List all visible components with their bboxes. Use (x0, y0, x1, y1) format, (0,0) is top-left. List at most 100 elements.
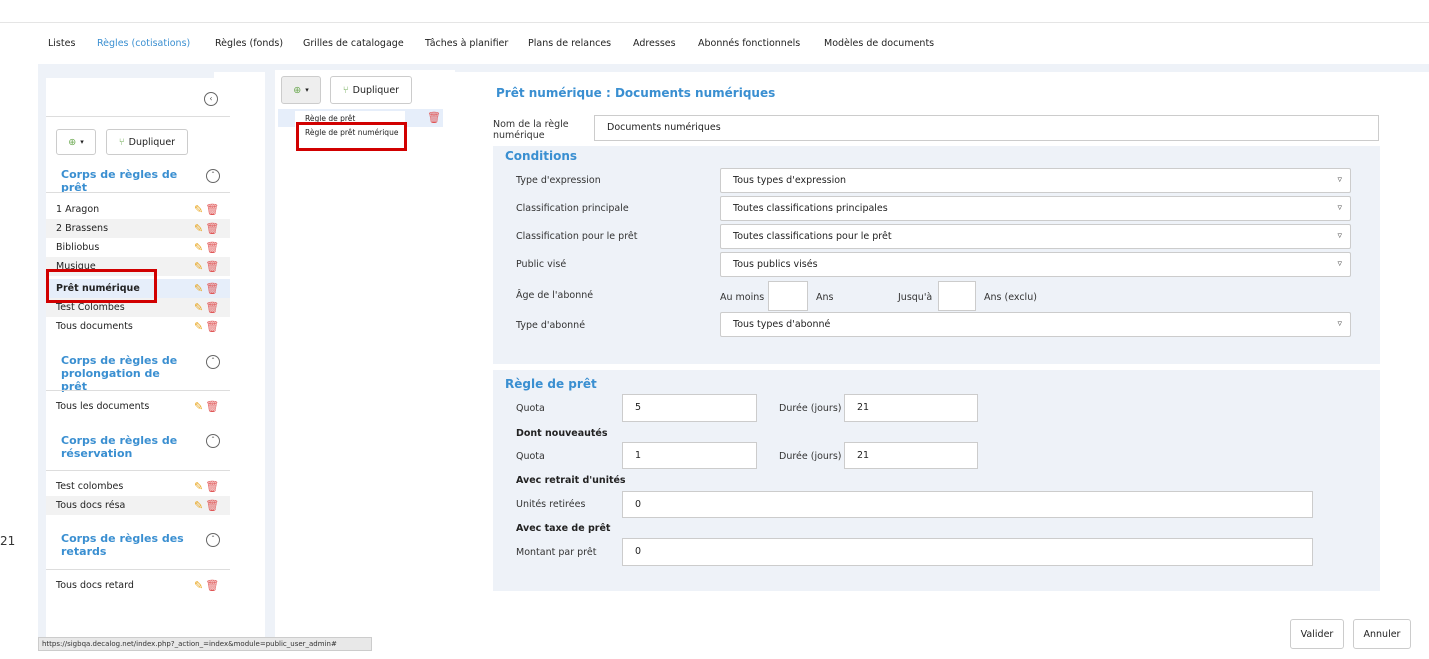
highlight-box (296, 122, 407, 151)
tab-listes[interactable]: Listes (48, 38, 75, 49)
new-quota-label: Quota (516, 451, 545, 462)
plus-circle-icon: ⊕ (293, 84, 302, 96)
delete-trash-icon[interactable]: 🗑 (205, 499, 219, 512)
main-classification-select[interactable]: Toutes classifications principales ▿ (720, 196, 1351, 221)
age-max-input[interactable] (938, 281, 976, 311)
new-items-title: Dont nouveautés (516, 428, 608, 439)
tab-modeles-documents[interactable]: Modèles de documents (824, 38, 934, 49)
list-item[interactable]: 1 Aragon ✎ 🗑 (46, 200, 230, 219)
edit-pencil-icon[interactable]: ✎ (194, 400, 203, 413)
chevron-down-icon: ▿ (1337, 319, 1342, 329)
tax-input[interactable]: 0 (622, 538, 1313, 566)
caret-down-icon: ▾ (305, 86, 309, 94)
add-dropdown-button[interactable]: ⊕ ▾ (56, 129, 96, 155)
caret-down-icon: ▾ (80, 138, 84, 146)
tab-taches-planifier[interactable]: Tâches à planifier (425, 38, 508, 49)
new-duration-input[interactable]: 21 (844, 442, 978, 469)
units-input[interactable]: 0 (622, 491, 1313, 518)
branch-icon: ⑂ (342, 84, 349, 96)
tab-grilles-catalogage[interactable]: Grilles de catalogage (303, 38, 404, 49)
collapse-chevron-up-icon[interactable]: ˆ (206, 434, 220, 448)
middle-panel (275, 70, 455, 650)
collapse-chevron-up-icon[interactable]: ˆ (206, 355, 220, 369)
age-min-label: Au moins (720, 292, 765, 303)
quota-input[interactable]: 5 (622, 394, 757, 422)
duplicate-button-middle[interactable]: ⑂ Dupliquer (330, 76, 412, 104)
edit-pencil-icon[interactable]: ✎ (194, 499, 203, 512)
subscriber-type-label: Type d'abonné (516, 320, 586, 331)
duplicate-label: Dupliquer (128, 136, 176, 148)
delete-trash-icon[interactable]: 🗑 (205, 282, 219, 295)
name-label: Nom de la règle numérique (493, 119, 569, 141)
age-max-unit: Ans (exclu) (984, 292, 1037, 303)
edit-pencil-icon[interactable]: ✎ (194, 222, 203, 235)
loan-rule-title: Règle de prêt (505, 377, 597, 391)
condition-label: Public visé (516, 259, 567, 270)
list-item[interactable]: Tous docs retard ✎ 🗑 (46, 576, 230, 595)
rule-name-input[interactable]: Documents numériques (594, 115, 1379, 141)
edit-pencil-icon[interactable]: ✎ (194, 241, 203, 254)
list-item[interactable]: Tous documents ✎ 🗑 (46, 317, 230, 336)
collapse-chevron-up-icon[interactable]: ˆ (206, 533, 220, 547)
background-strip (38, 64, 1429, 72)
tab-regles-cotisations[interactable]: Règles (cotisations) (97, 38, 190, 49)
list-item[interactable]: Tous docs résa ✎ 🗑 (46, 496, 230, 515)
units-label: Unités retirées (516, 499, 586, 510)
delete-trash-icon[interactable]: 🗑 (205, 241, 219, 254)
validate-button[interactable]: Valider (1290, 619, 1344, 649)
quota-label: Quota (516, 403, 545, 414)
delete-trash-icon[interactable]: 🗑 (205, 480, 219, 493)
list-item[interactable]: 2 Brassens ✎ 🗑 (46, 219, 230, 238)
subscriber-type-select[interactable]: Tous types d'abonné ▿ (720, 312, 1351, 337)
list-item[interactable]: Bibliobus ✎ 🗑 (46, 238, 230, 257)
edit-pencil-icon[interactable]: ✎ (194, 301, 203, 314)
collapse-chevron-left-icon[interactable]: ‹ (204, 92, 218, 106)
duplicate-button-left[interactable]: ⑂ Dupliquer (106, 129, 188, 155)
highlight-box (46, 269, 157, 303)
tab-regles-fonds[interactable]: Règles (fonds) (215, 38, 283, 49)
add-dropdown-button-open[interactable]: ⊕ ▾ (281, 76, 321, 104)
age-min-input[interactable] (768, 281, 808, 311)
plus-circle-icon: ⊕ (68, 136, 77, 148)
chevron-down-icon: ▿ (1337, 231, 1342, 241)
delete-trash-icon[interactable]: 🗑 (205, 222, 219, 235)
delete-trash-icon[interactable]: 🗑 (205, 260, 219, 273)
loan-classification-select[interactable]: Toutes classifications pour le prêt ▿ (720, 224, 1351, 249)
list-item[interactable]: Test colombes ✎ 🗑 (46, 477, 230, 496)
target-audience-select[interactable]: Tous publics visés ▿ (720, 252, 1351, 277)
section-title-retards: Corps de règles des retards (61, 532, 184, 558)
edit-pencil-icon[interactable]: ✎ (194, 480, 203, 493)
tax-title: Avec taxe de prêt (516, 523, 611, 534)
chevron-down-icon: ▿ (1337, 175, 1342, 185)
cancel-button[interactable]: Annuler (1353, 619, 1411, 649)
tab-adresses[interactable]: Adresses (633, 38, 676, 49)
edit-pencil-icon[interactable]: ✎ (194, 260, 203, 273)
delete-trash-icon[interactable]: 🗑 (205, 301, 219, 314)
delete-trash-icon[interactable]: 🗑 (205, 203, 219, 216)
expression-type-select[interactable]: Tous types d'expression ▿ (720, 168, 1351, 193)
age-max-label: Jusqu'à (898, 292, 933, 303)
edit-pencil-icon[interactable]: ✎ (194, 203, 203, 216)
edit-pencil-icon[interactable]: ✎ (194, 320, 203, 333)
new-duration-label: Durée (jours) (779, 451, 842, 462)
tab-plans-relances[interactable]: Plans de relances (528, 38, 611, 49)
delete-trash-icon[interactable]: 🗑 (205, 320, 219, 333)
new-quota-input[interactable]: 1 (622, 442, 757, 469)
delete-trash-icon[interactable]: 🗑 (205, 579, 219, 592)
collapse-chevron-up-icon[interactable]: ˆ (206, 169, 220, 183)
page-title: Prêt numérique : Documents numériques (496, 86, 776, 100)
delete-trash-icon[interactable]: 🗑 (427, 111, 441, 124)
list-item[interactable]: Tous les documents ✎ 🗑 (46, 397, 230, 416)
branch-icon: ⑂ (118, 136, 125, 148)
condition-label: Classification principale (516, 203, 629, 214)
edit-pencil-icon[interactable]: ✎ (194, 579, 203, 592)
delete-trash-icon[interactable]: 🗑 (205, 400, 219, 413)
section-title-pret: Corps de règles de prêt (61, 168, 178, 194)
duration-input[interactable]: 21 (844, 394, 978, 422)
condition-label: Classification pour le prêt (516, 231, 638, 242)
tax-label: Montant par prêt (516, 547, 597, 558)
edit-pencil-icon[interactable]: ✎ (194, 282, 203, 295)
edge-number: 21 (0, 534, 16, 548)
tab-abonnes-fonctionnels[interactable]: Abonnés fonctionnels (698, 38, 800, 49)
chevron-down-icon: ▿ (1337, 203, 1342, 213)
